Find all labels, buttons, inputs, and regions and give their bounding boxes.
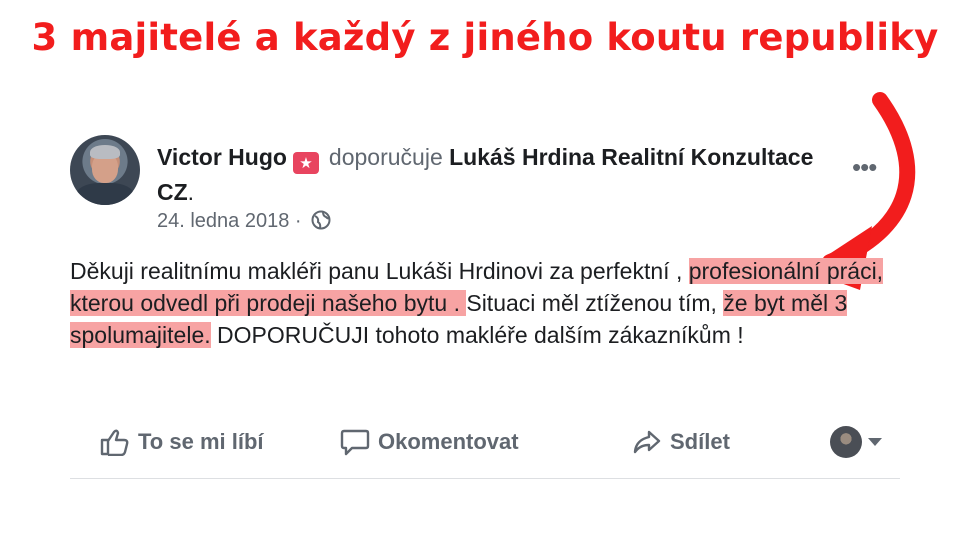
post-body: Děkuji realitnímu makléři panu Lukáši Hr… [70,255,885,351]
viewer-selector[interactable] [830,426,882,458]
viewer-avatar [830,426,862,458]
like-label: To se mi líbí [138,429,264,454]
author-name[interactable]: Victor Hugo [157,144,287,170]
caret-down-icon [868,438,882,446]
action-bar: To se mi líbí Okomentovat Sdílet [70,420,900,470]
post-meta: 24. ledna 2018 · [157,210,331,233]
page-suffix: . [187,179,195,205]
body-text-1: Děkuji realitnímu makléři panu Lukáši Hr… [70,258,689,284]
divider [70,478,900,479]
meta-separator: · [294,210,302,232]
share-arrow-icon [633,430,661,454]
comment-button[interactable]: Okomentovat [340,428,519,456]
post-header: Victor Hugo ★ doporučuje Lukáš Hrdina Real… [157,140,837,210]
author-avatar[interactable] [70,135,140,205]
more-options-icon[interactable]: ••• [852,154,877,180]
globe-icon [311,210,331,230]
body-text-2: Situaci měl ztíženou tím, [466,290,724,316]
share-label: Sdílet [670,429,730,454]
post-date[interactable]: 24. ledna 2018 [157,210,289,232]
body-text-3: DOPORUČUJI tohoto makléře dalším zákazní… [210,322,744,348]
comment-label: Okomentovat [378,429,519,454]
comment-bubble-icon [340,429,370,456]
like-button[interactable]: To se mi líbí [100,428,264,456]
share-button[interactable]: Sdílet [632,428,730,456]
recommend-badge-icon: ★ [292,152,319,174]
like-thumb-icon [100,429,129,456]
recommend-verb: doporučuje [328,144,443,170]
